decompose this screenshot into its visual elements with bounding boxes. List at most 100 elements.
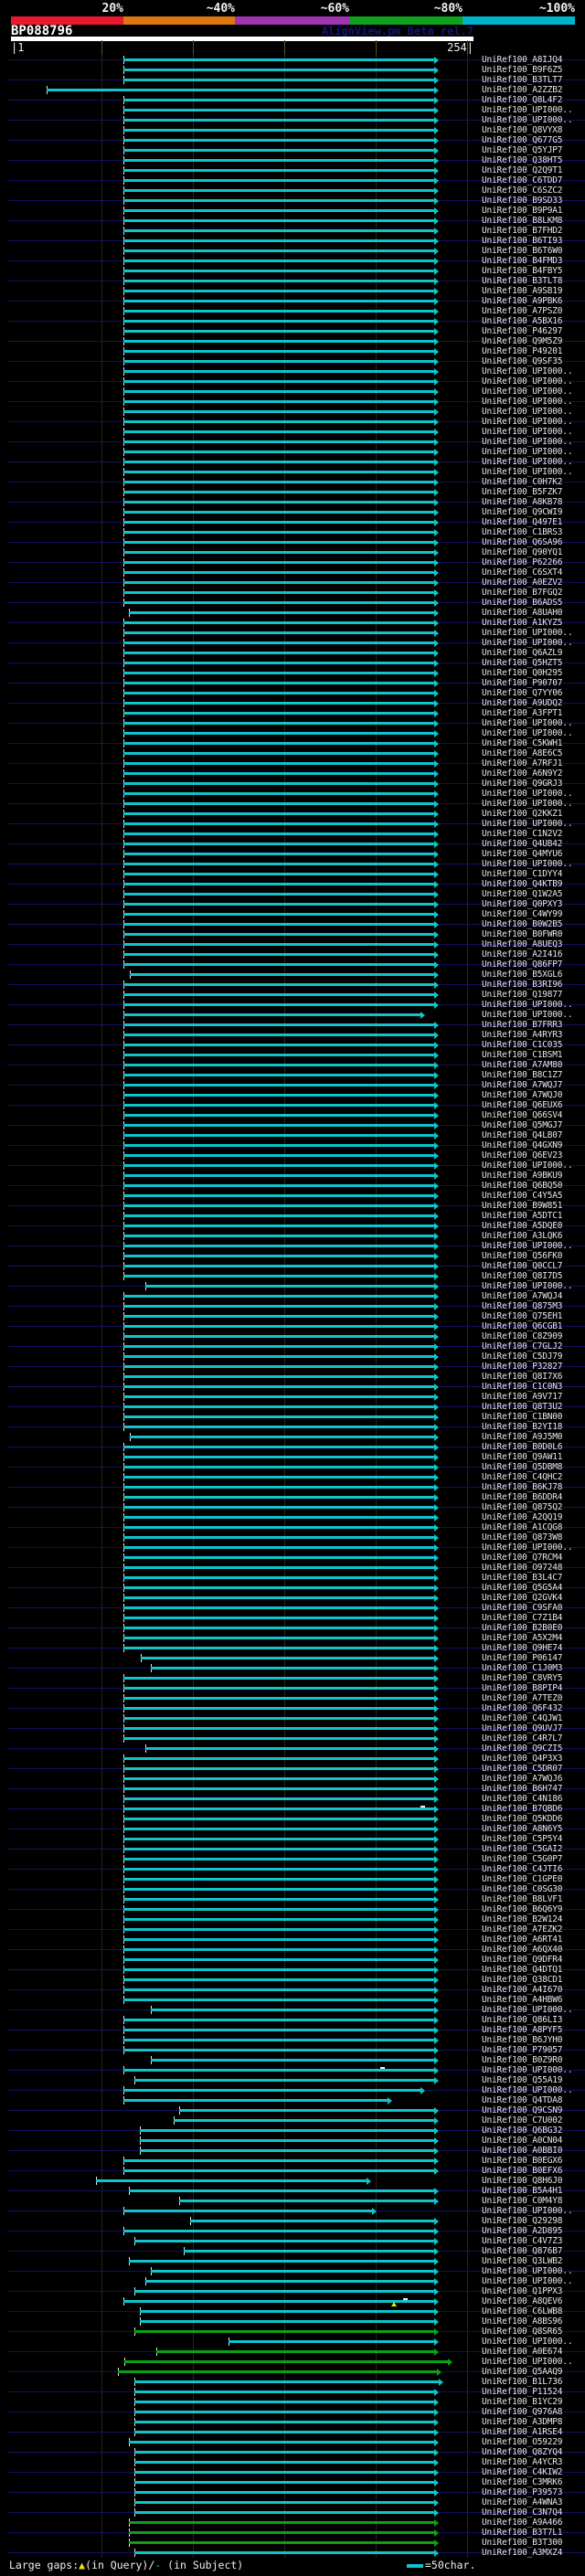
hit-label[interactable]: UniRef100_B7FGQ2 [482, 588, 563, 598]
hit-label[interactable]: UniRef100_C5DJ79 [482, 1352, 563, 1362]
hit-label[interactable]: UniRef100_B0EGX6 [482, 2156, 563, 2166]
hsp-bar[interactable] [123, 1968, 434, 1971]
hsp-bar[interactable] [229, 2340, 434, 2343]
hit-label[interactable]: UniRef100_O97248 [482, 1563, 563, 1573]
hsp-bar[interactable] [123, 883, 434, 885]
hsp-bar[interactable] [123, 963, 434, 966]
hit-label[interactable]: UniRef100_UPI000.. [482, 2266, 573, 2276]
hit-label[interactable]: UniRef100_C1BSM1 [482, 1050, 563, 1060]
hsp-bar[interactable] [123, 79, 434, 81]
hit-label[interactable]: UniRef100_B2B0E0 [482, 1623, 563, 1633]
hit-label[interactable]: UniRef100_Q6BG32 [482, 2125, 563, 2136]
hsp-bar[interactable] [123, 471, 434, 473]
hit-label[interactable]: UniRef100_UPI000.. [482, 2337, 573, 2347]
hit-label[interactable]: UniRef100_B7FHD2 [482, 226, 563, 236]
hsp-bar[interactable] [123, 1456, 434, 1458]
hsp-bar[interactable] [123, 1355, 434, 1358]
hsp-bar[interactable] [123, 1918, 434, 1921]
hit-label[interactable]: UniRef100_B0Z9R0 [482, 2055, 563, 2065]
hsp-bar[interactable] [123, 1023, 434, 1026]
hsp-bar[interactable] [123, 672, 434, 674]
hsp-bar[interactable] [123, 1345, 434, 1348]
hit-label[interactable]: UniRef100_A4WNA3 [482, 2497, 563, 2507]
hit-label[interactable]: UniRef100_Q8T3U2 [482, 1402, 563, 1412]
hsp-bar[interactable] [123, 1617, 434, 1619]
hsp-bar[interactable] [123, 1325, 434, 1328]
hsp-bar[interactable] [123, 822, 434, 825]
hit-label[interactable]: UniRef100_B0FWR0 [482, 929, 563, 939]
hsp-bar[interactable] [123, 1596, 434, 1599]
hit-label[interactable]: UniRef100_Q3LWB2 [482, 2256, 563, 2266]
hit-label[interactable]: UniRef100_C5KWH1 [482, 738, 563, 748]
hit-label[interactable]: UniRef100_C4R7L7 [482, 1733, 563, 1744]
hsp-bar[interactable] [123, 933, 434, 936]
hsp-bar[interactable] [134, 2240, 434, 2242]
hsp-bar[interactable] [123, 1034, 434, 1036]
hsp-bar[interactable] [123, 430, 434, 433]
hit-label[interactable]: UniRef100_Q5G5A4 [482, 1583, 563, 1593]
hsp-bar[interactable] [123, 1134, 434, 1137]
hsp-bar[interactable] [134, 2461, 434, 2464]
hit-label[interactable]: UniRef100_A0E674 [482, 2347, 563, 2357]
hsp-bar[interactable] [179, 2109, 434, 2112]
hit-label[interactable]: UniRef100_Q2Q9T1 [482, 165, 563, 175]
hit-label[interactable]: UniRef100_C0H7K2 [482, 477, 563, 487]
hit-label[interactable]: UniRef100_Q56FK0 [482, 1251, 563, 1261]
hit-label[interactable]: UniRef100_C1N2V2 [482, 829, 563, 839]
hit-label[interactable]: UniRef100_Q8ZYQ4 [482, 2447, 563, 2457]
hsp-bar[interactable] [123, 802, 434, 805]
hsp-bar[interactable] [123, 169, 434, 172]
hsp-bar[interactable] [123, 893, 434, 896]
hsp-bar[interactable] [134, 2290, 434, 2293]
hsp-bar[interactable] [134, 2079, 434, 2082]
hsp-bar[interactable] [123, 1064, 434, 1066]
hit-label[interactable]: UniRef100_P62266 [482, 557, 563, 567]
hit-label[interactable]: UniRef100_B5A4H1 [482, 2186, 563, 2196]
hsp-bar[interactable] [123, 1395, 434, 1398]
hit-label[interactable]: UniRef100_Q4GXN9 [482, 1140, 563, 1150]
hsp-bar[interactable] [123, 1637, 434, 1639]
hit-label[interactable]: UniRef100_C7GLJ2 [482, 1341, 563, 1352]
hsp-bar[interactable] [123, 1737, 434, 1740]
hsp-bar[interactable] [123, 1556, 434, 1559]
hit-label[interactable]: UniRef100_Q4TDA8 [482, 2095, 563, 2105]
hsp-bar[interactable] [123, 159, 434, 162]
hit-label[interactable]: UniRef100_C4Y5A5 [482, 1191, 563, 1201]
hsp-bar[interactable] [123, 310, 434, 313]
hit-label[interactable]: UniRef100_B6DDR4 [482, 1492, 563, 1502]
hit-label[interactable]: UniRef100_A6QX40 [482, 1945, 563, 1955]
hit-label[interactable]: UniRef100_Q976A8 [482, 2407, 563, 2417]
hsp-bar[interactable] [123, 300, 434, 302]
hsp-bar[interactable] [123, 149, 434, 152]
hsp-bar[interactable] [123, 521, 434, 524]
hsp-bar[interactable] [134, 2411, 434, 2413]
hit-label[interactable]: UniRef100_C1C035 [482, 1040, 563, 1050]
hsp-bar[interactable] [123, 1174, 434, 1177]
hsp-bar[interactable] [179, 2200, 434, 2202]
hsp-bar[interactable] [123, 2069, 434, 2072]
hit-label[interactable]: UniRef100_UPI000.. [482, 447, 573, 457]
hsp-bar[interactable] [96, 2179, 367, 2182]
hsp-bar[interactable] [145, 1285, 434, 1288]
hsp-bar[interactable] [129, 2521, 434, 2524]
hsp-bar[interactable] [123, 2210, 372, 2212]
hit-label[interactable]: UniRef100_C8Z909 [482, 1331, 563, 1341]
hsp-bar[interactable] [123, 2300, 434, 2303]
hit-label[interactable]: UniRef100_UPI000.. [482, 1000, 573, 1010]
hsp-bar[interactable] [123, 742, 434, 745]
hit-label[interactable]: UniRef100_UPI000.. [482, 1241, 573, 1251]
hsp-bar[interactable] [123, 832, 434, 835]
hsp-bar[interactable] [123, 541, 434, 544]
hsp-bar[interactable] [123, 1858, 434, 1860]
hit-label[interactable]: UniRef100_A7WQJ6 [482, 1774, 563, 1784]
hit-label[interactable]: UniRef100_B9P9A1 [482, 206, 563, 216]
hit-label[interactable]: UniRef100_Q5KDD6 [482, 1814, 563, 1824]
hsp-bar[interactable] [123, 1546, 434, 1549]
hit-label[interactable]: UniRef100_UPI000.. [482, 789, 573, 799]
hsp-bar[interactable] [123, 591, 434, 594]
hit-label[interactable]: UniRef100_A6RT41 [482, 1935, 563, 1945]
hsp-bar[interactable] [123, 209, 434, 212]
hsp-bar[interactable] [123, 722, 434, 725]
hsp-bar[interactable] [123, 1697, 434, 1700]
hsp-bar[interactable] [123, 853, 434, 855]
